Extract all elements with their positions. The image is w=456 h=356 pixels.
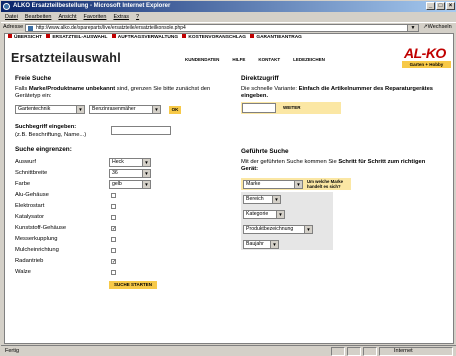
tab-ledezeichen[interactable]: LEDEZEICHEN <box>293 57 325 62</box>
address-url: http://www.alko.de/spareparts/live/ersat… <box>36 25 186 31</box>
brand-select[interactable]: Marke ▼ <box>243 180 303 189</box>
alko-logo: AL-KO Garten + Hobby <box>402 45 451 68</box>
check-label: Alu-Gehäuse <box>15 192 49 198</box>
address-label: Adresse <box>3 24 24 30</box>
brand-hint: Um welche Marke handelt es sich? <box>307 179 344 189</box>
filter-farbe-label: Farbe <box>15 181 31 187</box>
check-label: Kunststoff-Gehäuse <box>15 225 67 231</box>
tab-kundendaten[interactable]: KUNDENDATEN <box>185 57 219 62</box>
weiter-button[interactable]: WEITER <box>283 105 301 110</box>
baujahr-select[interactable]: Baujahr ▼ <box>243 240 279 249</box>
maximize-button[interactable]: □ <box>436 2 445 10</box>
produktbezeichnung-select[interactable]: Produktbezeichnung ▼ <box>243 225 313 234</box>
menu-ansicht[interactable]: Ansicht <box>58 12 76 22</box>
logo-subtitle: Garten + Hobby <box>402 61 451 68</box>
narrow-title: Suche eingrenzen: <box>15 146 72 153</box>
bereich-select[interactable]: Bereich ▼ <box>243 195 281 204</box>
minimize-button[interactable]: _ <box>426 2 435 10</box>
page-icon <box>28 26 33 31</box>
direct-title: Direktzugriff <box>241 75 279 82</box>
filter-farbe-select[interactable]: gelb ▼ <box>109 180 151 189</box>
page-title: Ersatzteilauswahl <box>11 51 122 65</box>
address-bar: Adresse http://www.alko.de/spareparts/li… <box>1 22 456 39</box>
article-number-input[interactable] <box>242 103 276 113</box>
nav-item-auftrag[interactable]: AUFTRAGSVERWALTUNG <box>111 34 178 40</box>
free-search-intro: Falls Marke/Produktname unbekannt sind, … <box>15 86 211 99</box>
keyword-hint: (z.B. Beschriftung, Name...) <box>15 132 87 138</box>
nav-item-kosten[interactable]: KOSTENVORANSCHLAG <box>182 34 246 40</box>
browser-window: ALKO Ersatzteilbestellung - Microsoft In… <box>0 0 456 356</box>
nav-item-ersatzteil[interactable]: ERSATZTEIL-AUSWAHL <box>46 34 107 40</box>
keyword-label: Suchbegriff eingeben: <box>15 124 77 130</box>
checkbox-alu[interactable] <box>111 193 116 198</box>
guided-text: Mit der geführten Suche kommen Sie Schri… <box>241 159 426 172</box>
address-input[interactable]: http://www.alko.de/spareparts/live/ersat… <box>25 24 419 32</box>
menu-favoriten[interactable]: Favoriten <box>84 12 107 22</box>
check-label: Walze <box>15 269 31 275</box>
main-nav: ÜBERSICHT ERSATZTEIL-AUSWAHL AUFTRAGSVER… <box>5 34 453 42</box>
checkbox-mulch[interactable] <box>111 248 116 253</box>
checkbox-radantrieb[interactable]: ✓ <box>111 259 116 265</box>
nav-item-garantie[interactable]: GARANTIEANTRAG <box>250 34 302 40</box>
window-title: ALKO Ersatzteilbestellung - Microsoft In… <box>13 3 171 9</box>
check-label: Messerkupplung <box>15 236 58 242</box>
check-label: Radantrieb <box>15 258 44 264</box>
menu-bar: Datei Bearbeiten Ansicht Favoriten Extra… <box>1 12 456 22</box>
kategorie-select[interactable]: Kategorie ▼ <box>243 210 285 219</box>
ie-icon <box>3 3 10 10</box>
menu-extras[interactable]: Extras <box>113 12 129 22</box>
title-bar: ALKO Ersatzteilbestellung - Microsoft In… <box>1 1 456 12</box>
direct-text: Die schnelle Variante: Einfach die Artik… <box>241 86 434 99</box>
close-button[interactable]: × <box>446 2 455 10</box>
menu-help[interactable]: ? <box>136 12 139 22</box>
filter-schnittbreite-select[interactable]: 36 ▼ <box>109 169 151 178</box>
logo-text: AL-KO <box>404 45 446 61</box>
checkbox-messerkupplung[interactable] <box>111 237 116 242</box>
checkbox-walze[interactable] <box>111 270 116 275</box>
menu-datei[interactable]: Datei <box>5 12 18 22</box>
category-select[interactable]: Gartentechnik ▼ <box>15 105 85 114</box>
ok-button[interactable]: OK <box>169 106 181 114</box>
page-content: ÜBERSICHT ERSATZTEIL-AUSWAHL AUFTRAGSVER… <box>4 33 454 344</box>
menu-bearbeiten[interactable]: Bearbeiten <box>25 12 52 22</box>
checkbox-katalysator[interactable] <box>111 215 116 220</box>
keyword-input[interactable] <box>111 126 171 135</box>
filter-auswurf-label: Auswurf <box>15 159 36 165</box>
guided-title: Geführte Suche <box>241 148 289 155</box>
status-bar: Fertig Internet <box>1 345 456 356</box>
device-type-select[interactable]: Benzinrasenmäher ▼ <box>89 105 161 114</box>
tab-hilfe[interactable]: HILFE <box>232 57 245 62</box>
page-header: Ersatzteilauswahl KUNDENDATEN HILFE KONT… <box>5 42 453 68</box>
free-search-title: Freie Suche <box>15 75 52 82</box>
status-text: Fertig <box>5 348 20 354</box>
check-label: Mulcheinrichtung <box>15 247 59 253</box>
filter-auswurf-select[interactable]: Heck ▼ <box>109 158 151 167</box>
check-label: Elektrostart <box>15 203 45 209</box>
start-search-button[interactable]: SUCHE STARTEN <box>109 281 157 289</box>
check-label: Katalysator <box>15 214 44 220</box>
nav-item-uebersicht[interactable]: ÜBERSICHT <box>8 34 42 40</box>
address-dropdown[interactable]: ▼ <box>407 24 419 32</box>
tab-kontakt[interactable]: KONTAKT <box>258 57 280 62</box>
checkbox-elektrostart[interactable] <box>111 204 116 209</box>
checkbox-kunststoff[interactable]: ✓ <box>111 226 116 232</box>
filter-schnittbreite-label: Schnittbreite <box>15 170 48 176</box>
